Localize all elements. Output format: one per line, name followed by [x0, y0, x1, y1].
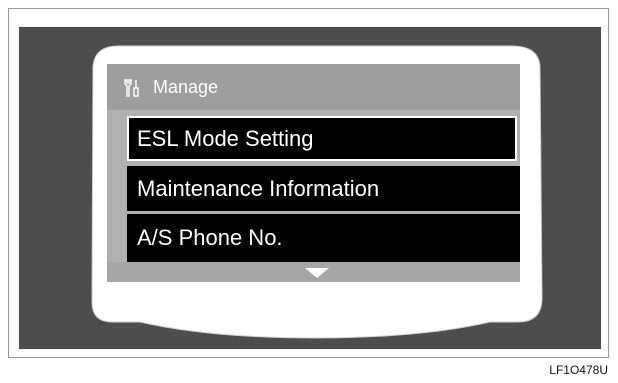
- display-screen: Manage ESL Mode Setting Maintenance Info…: [107, 64, 520, 282]
- tools-icon: [122, 78, 142, 98]
- screen-header: Manage: [107, 64, 520, 110]
- figure-code: LF1O478U: [549, 363, 608, 377]
- menu-item-as-phone-no[interactable]: A/S Phone No.: [127, 214, 520, 262]
- menu-item-maintenance-information[interactable]: Maintenance Information: [127, 166, 520, 211]
- menu-item-esl-mode-setting[interactable]: ESL Mode Setting: [127, 116, 517, 161]
- screen-title: Manage: [153, 77, 219, 97]
- down-arrow-icon[interactable]: [305, 268, 329, 278]
- scroll-indicator-bar[interactable]: [107, 262, 520, 282]
